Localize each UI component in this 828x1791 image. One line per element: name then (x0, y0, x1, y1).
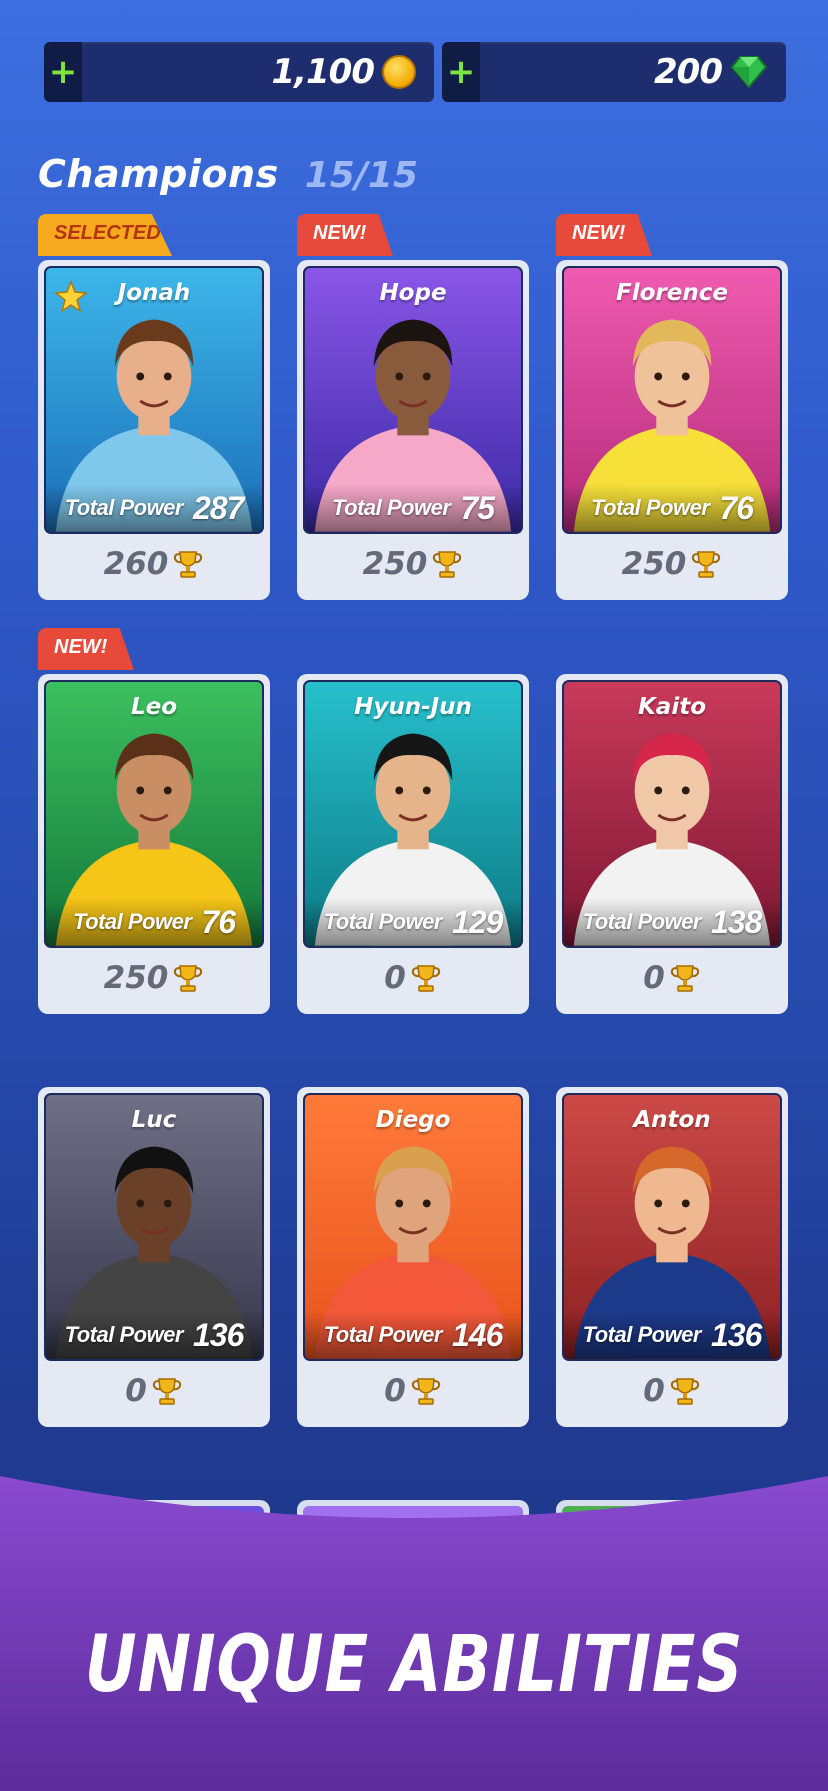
power-strip: Total Power 136 (46, 1311, 262, 1359)
champion-name: Florence (616, 280, 728, 306)
new-tag: NEW! (38, 628, 134, 670)
heading-title: Champions (38, 152, 279, 196)
trophy-count: 250 (621, 546, 687, 582)
champion-card[interactable]: Jonah Total Power 287 260 (38, 260, 270, 600)
trophy-icon (670, 965, 699, 992)
trophy-row: 0 (562, 948, 782, 1008)
power-strip: Total Power 75 (305, 484, 521, 532)
total-power-value: 75 (460, 489, 495, 526)
total-power-value: 138 (710, 903, 762, 940)
gems-bar: + 200 (442, 42, 786, 102)
total-power-label: Total Power (323, 909, 443, 934)
new-tag: NEW! (297, 214, 393, 256)
total-power-value: 76 (719, 489, 754, 526)
trophy-icon (692, 551, 721, 578)
champion-card[interactable]: Diego Total Power 146 0 (297, 1087, 529, 1427)
trophy-row: 0 (303, 948, 523, 1008)
champion-portrait: Jonah Total Power 287 (44, 266, 264, 534)
champion-card[interactable]: Leo Total Power 76 250 (38, 674, 270, 1014)
champions-heading: Champions 15/15 (38, 152, 418, 196)
total-power-label: Total Power (591, 495, 710, 520)
trophy-count: 0 (384, 960, 406, 996)
total-power-label: Total Power (73, 909, 192, 934)
selected-tag: SELECTED (38, 214, 172, 256)
trophy-icon (152, 1378, 181, 1405)
add-gems-button[interactable]: + (442, 42, 480, 102)
total-power-label: Total Power (332, 495, 451, 520)
champion-portrait: Florence Total Power 76 (562, 266, 782, 534)
trophy-row: 250 (562, 534, 782, 594)
champion-name: Kaito (637, 694, 707, 720)
trophy-icon (670, 1378, 699, 1405)
champion-portrait: Leo Total Power 76 (44, 680, 264, 948)
add-coins-button[interactable]: + (44, 42, 82, 102)
gem-icon (730, 56, 768, 89)
champion-name: Hyun-Jun (354, 694, 472, 720)
power-strip: Total Power 76 (46, 898, 262, 946)
total-power-label: Total Power (64, 1322, 184, 1347)
trophy-row: 0 (44, 1361, 264, 1421)
coins-bar: + 1,100 (44, 42, 434, 102)
trophy-row: 0 (303, 1361, 523, 1421)
heading-count: 15/15 (304, 155, 419, 196)
total-power-value: 146 (451, 1316, 503, 1353)
champion-card[interactable]: Kaito Total Power 138 0 (556, 674, 788, 1014)
banner-text: UNIQUE ABILITIES (84, 1620, 744, 1710)
coins-value: 1,100 (271, 52, 375, 92)
total-power-value: 76 (201, 903, 236, 940)
power-strip: Total Power 287 (46, 484, 262, 532)
trophy-count: 250 (103, 960, 169, 996)
champion-name: Anton (633, 1107, 711, 1133)
trophy-icon (174, 965, 203, 992)
trophy-icon (411, 965, 440, 992)
new-tag: NEW! (556, 214, 652, 256)
gems-value: 200 (654, 52, 723, 92)
champion-card[interactable]: Hope Total Power 75 250 (297, 260, 529, 600)
total-power-label: Total Power (582, 1322, 702, 1347)
trophy-row: 250 (303, 534, 523, 594)
trophy-row: 0 (562, 1361, 782, 1421)
trophy-count: 250 (362, 546, 428, 582)
power-strip: Total Power 146 (305, 1311, 521, 1359)
trophy-count: 0 (384, 1373, 406, 1409)
champion-portrait: Hope Total Power 75 (303, 266, 523, 534)
trophy-count: 0 (125, 1373, 147, 1409)
champion-card[interactable]: Luc Total Power 136 0 (38, 1087, 270, 1427)
champion-portrait: Luc Total Power 136 (44, 1093, 264, 1361)
total-power-value: 136 (192, 1316, 244, 1353)
champion-card[interactable]: Florence Total Power 76 250 (556, 260, 788, 600)
trophy-row: 250 (44, 948, 264, 1008)
total-power-label: Total Power (64, 495, 184, 520)
total-power-label: Total Power (323, 1322, 443, 1347)
champion-portrait: Hyun-Jun Total Power 129 (303, 680, 523, 948)
trophy-row: 260 (44, 534, 264, 594)
trophy-count: 0 (643, 960, 665, 996)
selected-star-icon (54, 280, 88, 313)
power-strip: Total Power 136 (564, 1311, 780, 1359)
trophy-icon (174, 551, 203, 578)
trophy-icon (411, 1378, 440, 1405)
champion-portrait: Kaito Total Power 138 (562, 680, 782, 948)
power-strip: Total Power 129 (305, 898, 521, 946)
trophy-count: 0 (643, 1373, 665, 1409)
total-power-value: 287 (192, 489, 244, 526)
champion-portrait: Diego Total Power 146 (303, 1093, 523, 1361)
coin-icon (382, 55, 416, 89)
total-power-value: 129 (451, 903, 503, 940)
power-strip: Total Power 76 (564, 484, 780, 532)
champion-card[interactable]: Anton Total Power 136 0 (556, 1087, 788, 1427)
champion-name: Diego (375, 1107, 451, 1133)
champion-name: Hope (379, 280, 447, 306)
champion-name: Luc (131, 1107, 177, 1133)
total-power-value: 136 (710, 1316, 762, 1353)
trophy-icon (433, 551, 462, 578)
power-strip: Total Power 138 (564, 898, 780, 946)
champion-card[interactable]: Hyun-Jun Total Power 129 0 (297, 674, 529, 1014)
champion-portrait: Anton Total Power 136 (562, 1093, 782, 1361)
champion-name: Leo (130, 694, 178, 720)
trophy-count: 260 (103, 546, 169, 582)
total-power-label: Total Power (582, 909, 702, 934)
